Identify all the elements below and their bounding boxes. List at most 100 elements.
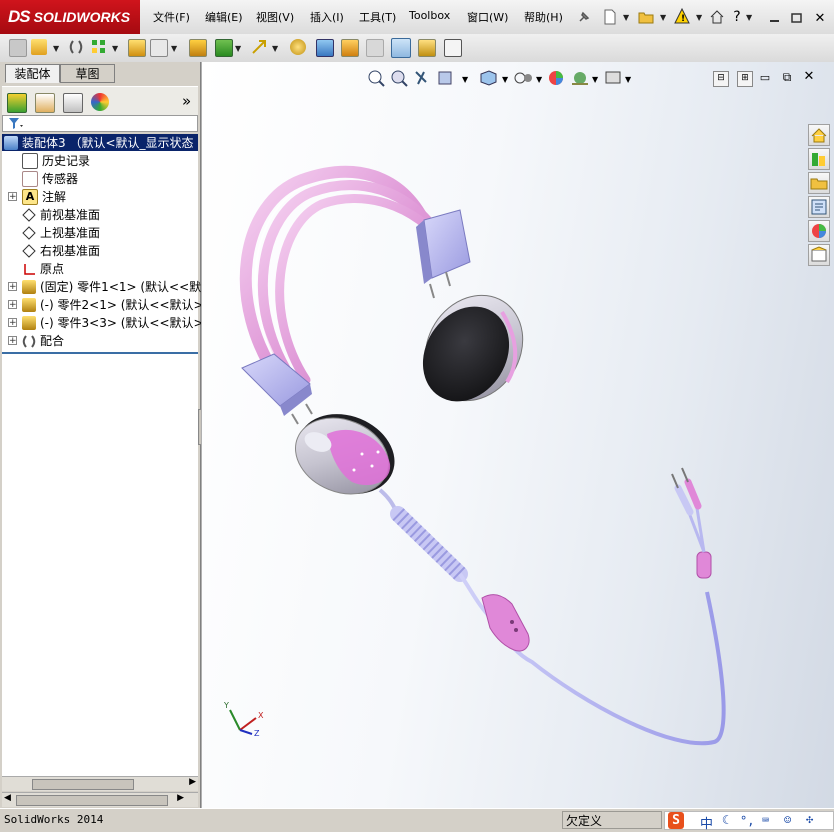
expand-part3-toggle[interactable]: + [8,318,17,328]
menu-edit[interactable]: 编辑(E) [205,9,243,25]
ime-settings-icon[interactable]: ✣ [806,812,813,826]
configuration-manager-icon[interactable] [63,93,83,113]
chevron-down-icon[interactable]: ▼ [746,13,752,22]
right-slider-block[interactable] [416,209,471,299]
pin-icon[interactable] [575,8,593,26]
expand-part2-toggle[interactable]: + [8,300,17,310]
tree-node-front-plane[interactable]: 前视基准面 [22,206,100,223]
task-pane-home-icon[interactable] [808,124,830,146]
tree-node-history[interactable]: 历史记录 [22,152,90,169]
menu-help[interactable]: 帮助(H) [524,9,563,25]
move-component-icon[interactable] [150,39,168,57]
tab-sketch[interactable]: 草图 [60,64,115,83]
tab-assembly[interactable]: 装配体 [5,64,60,83]
ime-user-icon[interactable]: ☺ [784,813,791,827]
expand-annotations-toggle[interactable]: + [8,192,17,202]
tree-node-mates[interactable]: 配合 [22,332,64,349]
restore-window-icon[interactable] [788,9,806,27]
ime-punctuation-icon[interactable]: °, [740,814,754,828]
filter-bar[interactable] [2,115,198,132]
chevron-down-icon[interactable]: ▼ [53,44,59,53]
tree-node-top-plane[interactable]: 上视基准面 [22,224,100,241]
edit-component-icon[interactable] [9,39,27,57]
tree-node-part2[interactable]: (-) 零件2<1> (默认<<默认>_ [22,296,210,313]
tree-empty-area [2,356,198,776]
headphone-3d-model[interactable]: Y X Z [202,62,834,808]
insert-component-icon[interactable] [31,39,47,55]
expand-panel-icon[interactable]: » [182,92,191,110]
menu-window[interactable]: 窗口(W) [467,9,508,25]
smart-fasteners-icon[interactable] [128,39,146,57]
new-document-icon[interactable] [601,8,619,26]
scroll-right-icon[interactable]: ▶ [189,777,196,787]
chevron-down-icon[interactable]: ▼ [112,44,118,53]
rollback-bar[interactable] [2,352,198,354]
horizontal-scrollbar-2[interactable]: ◀ ▶ [2,792,198,807]
expand-part1-toggle[interactable]: + [8,282,17,292]
mate-icon[interactable] [68,39,84,55]
chevron-down-icon[interactable]: ▼ [660,13,666,22]
bill-of-materials-icon[interactable] [316,39,334,57]
right-earcup[interactable] [406,277,543,419]
display-manager-icon[interactable] [91,93,109,111]
menu-tools[interactable]: 工具(T) [359,9,396,25]
ime-keyboard-icon[interactable]: ⌨ [762,813,769,827]
tree-node-part3[interactable]: (-) 零件3<3> (默认<<默认>_ [22,314,210,331]
expand-mates-toggle[interactable]: + [8,336,17,346]
view-palette-icon[interactable] [808,196,830,218]
design-library-icon[interactable] [808,148,830,170]
scroll-right-icon[interactable]: ▶ [177,793,184,803]
tree-node-part1[interactable]: (固定) 零件1<1> (默认<<默认 [22,278,213,295]
menu-view[interactable]: 视图(V) [256,9,294,25]
horizontal-scrollbar[interactable]: ▶ [2,776,198,791]
coiled-cord[interactable] [378,488,468,582]
open-folder-icon[interactable] [637,8,655,26]
scrollbar-thumb[interactable] [32,779,134,790]
tree-node-sensors[interactable]: 传感器 [22,170,78,187]
inline-volume-control[interactable] [481,594,530,652]
tree-node-origin[interactable]: 原点 [22,260,64,277]
assembly-features-icon[interactable] [215,39,233,57]
tree-node-right-plane[interactable]: 右视基准面 [22,242,100,259]
tree-node-annotations[interactable]: A 注解 [22,188,66,205]
filter-icon[interactable] [8,117,24,130]
chevron-down-icon[interactable]: ▼ [623,13,629,22]
reference-geometry-icon[interactable] [251,39,267,55]
ime-moon-icon[interactable]: ☾ [722,813,729,827]
show-hidden-components-icon[interactable] [189,39,207,57]
audio-plugs[interactable] [671,467,702,516]
menu-file[interactable]: 文件(F) [153,9,190,25]
appearances-icon[interactable] [808,220,830,242]
explode-line-sketch-icon[interactable] [366,39,384,57]
file-explorer-icon[interactable] [808,172,830,194]
chevron-down-icon[interactable]: ▼ [696,13,702,22]
pattern-icon[interactable] [91,39,107,55]
tree-node-assembly[interactable]: 装配体3 （默认<默认_显示状态 [2,134,198,151]
custom-properties-icon[interactable] [808,244,830,266]
close-window-icon[interactable]: ✕ [811,9,829,27]
scroll-left-icon[interactable]: ◀ [4,793,11,803]
chevron-down-icon[interactable]: ▼ [171,44,177,53]
new-motion-study-icon[interactable] [290,39,306,55]
feature-manager-icon[interactable] [7,93,27,113]
scrollbar-thumb[interactable] [16,795,168,806]
warning-icon[interactable]: ! [673,7,691,25]
graphics-area[interactable]: ▼ ▼ ▼ ▼ ▼ ⊟ ⊞ ▭ ⧉ ✕ Y X Z [201,62,834,808]
interference-detection-icon[interactable] [391,38,411,58]
home-icon[interactable] [708,8,726,26]
chevron-down-icon[interactable]: ▼ [235,44,241,53]
ime-language-toggle[interactable]: 中 [700,813,713,832]
exploded-view-icon[interactable] [341,39,359,57]
menu-insert[interactable]: 插入(I) [310,9,344,25]
menu-toolbox[interactable]: Toolbox [409,9,450,22]
sogou-logo-icon[interactable]: S [668,812,684,829]
minimize-window-icon[interactable] [766,9,784,27]
chevron-down-icon[interactable]: ▼ [272,44,278,53]
clearance-verification-icon[interactable] [418,39,436,57]
property-manager-icon[interactable] [35,93,55,113]
help-icon[interactable]: ? [728,8,746,26]
left-earcup[interactable] [284,400,407,508]
instant3d-icon[interactable] [444,39,462,57]
solidworks-logo[interactable]: DS SOLIDWORKS [0,0,140,34]
headband[interactable] [239,165,452,390]
